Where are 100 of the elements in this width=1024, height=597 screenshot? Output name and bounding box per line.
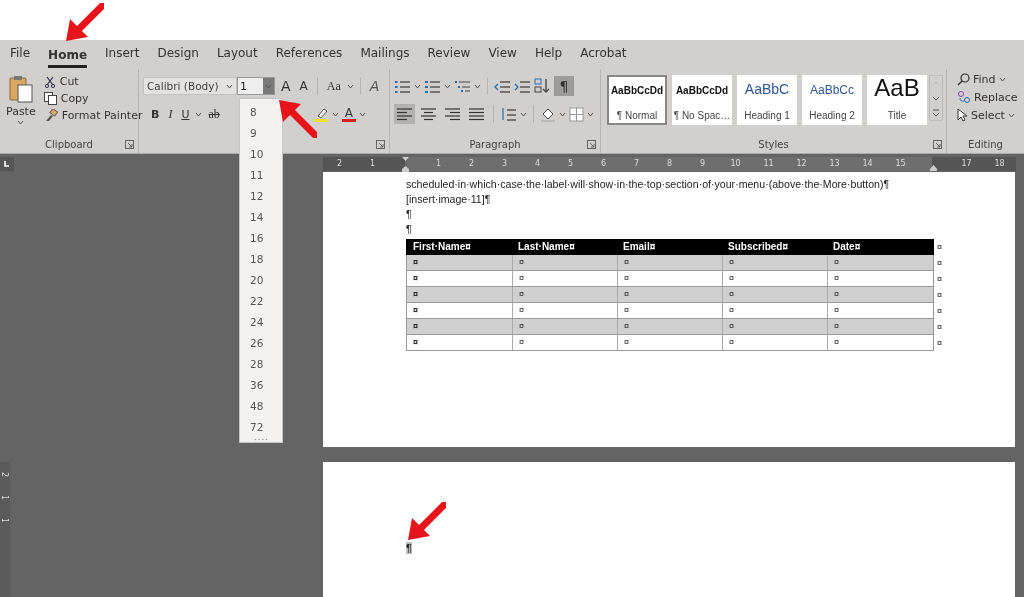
font-color-button[interactable]: A — [341, 106, 356, 122]
paragraph-text: scheduled·in·which·case·the·label·will·show·in·the·top·section·of·your·menu·(above·the·More·button)¶ — [406, 177, 891, 192]
caret-icon[interactable] — [474, 83, 481, 89]
style-item[interactable]: AaBbCcDd ¶ Normal — [607, 75, 667, 125]
resize-grip-icon[interactable] — [254, 438, 268, 441]
clear-formatting-button[interactable]: A — [366, 78, 383, 94]
style-item[interactable]: AaB Title — [867, 75, 927, 125]
sort-icon[interactable] — [534, 78, 551, 94]
font-size-option[interactable]: 10 — [240, 144, 274, 165]
font-size-option[interactable]: 12 — [240, 186, 274, 207]
style-item[interactable]: AaBbCc Heading 2 — [802, 75, 862, 125]
decrease-indent-icon[interactable] — [494, 79, 511, 93]
corner-arrow-icon[interactable] — [933, 140, 942, 149]
indent-marker-icon[interactable] — [401, 155, 410, 172]
borders-icon[interactable] — [569, 106, 584, 122]
table-header-cell-text: First·Name¤ — [412, 240, 472, 254]
table-cell: ¤ — [512, 287, 617, 302]
menu-tab[interactable]: Layout — [216, 43, 258, 66]
font-size-option[interactable]: 14 — [240, 207, 274, 228]
menu-tab[interactable]: Mailings — [360, 43, 410, 66]
show-marks-button[interactable]: ¶ — [554, 76, 574, 96]
caret-icon[interactable] — [17, 120, 25, 125]
row-end-mark: ¤ — [937, 290, 942, 300]
shrink-font-button[interactable]: A — [296, 79, 311, 93]
menu-tab[interactable]: Help — [534, 43, 563, 66]
caret-icon[interactable] — [226, 83, 233, 89]
ruler-number: 10 — [730, 159, 741, 168]
ruler-number: 2 — [468, 159, 475, 168]
menu-tab[interactable]: Acrobat — [580, 43, 627, 66]
row-end-mark: ¤ — [937, 322, 942, 332]
paint-bucket-icon[interactable] — [540, 106, 556, 122]
underline-button[interactable]: U — [178, 107, 193, 121]
font-size-option[interactable]: 9 — [240, 123, 274, 144]
caret-icon[interactable] — [346, 83, 354, 89]
font-size-option[interactable]: 11 — [240, 165, 274, 186]
corner-arrow-icon[interactable] — [376, 140, 385, 149]
menu-tab[interactable]: Review — [427, 43, 471, 66]
line-spacing-icon[interactable] — [500, 107, 517, 121]
font-size-option[interactable]: 20 — [240, 270, 274, 291]
numbered-list-icon[interactable] — [424, 79, 441, 93]
find-button[interactable]: Find — [957, 73, 1018, 86]
menu-tab[interactable]: File — [10, 43, 31, 66]
caret-icon[interactable] — [520, 111, 527, 117]
format-painter-button[interactable]: Format Painter — [43, 109, 143, 122]
bullet-list-icon[interactable] — [394, 79, 411, 93]
font-size-option[interactable]: 16 — [240, 228, 274, 249]
font-size-option[interactable]: 28 — [240, 354, 274, 375]
align-left-button[interactable] — [394, 104, 415, 124]
font-size-option[interactable]: 26 — [240, 333, 274, 354]
increase-indent-icon[interactable] — [514, 79, 531, 93]
font-size-option[interactable]: 36 — [240, 375, 274, 396]
caret-icon[interactable] — [414, 83, 421, 89]
corner-arrow-icon[interactable] — [125, 140, 134, 149]
menu-tab[interactable]: References — [275, 43, 343, 66]
replace-button[interactable]: Replace — [957, 90, 1018, 104]
ruler-number: 4 — [534, 159, 541, 168]
font-size-option[interactable]: 24 — [240, 312, 274, 333]
caret-icon[interactable] — [1007, 112, 1015, 118]
paste-button[interactable]: Paste — [4, 73, 38, 136]
grow-font-button[interactable]: A — [278, 78, 294, 94]
cut-button[interactable]: Cut — [43, 75, 143, 88]
group-label: Paragraph — [469, 139, 521, 150]
corner-arrow-icon[interactable] — [587, 140, 596, 149]
italic-button[interactable]: I — [165, 106, 176, 122]
table-cell: ¤ — [722, 271, 827, 286]
caret-icon[interactable] — [195, 111, 203, 117]
caret-icon[interactable] — [998, 77, 1006, 82]
caret-icon[interactable] — [359, 111, 366, 117]
style-item[interactable]: AaBbC Heading 1 — [737, 75, 797, 125]
tab-selector-icon[interactable] — [0, 156, 14, 171]
font-size-option[interactable]: 18 — [240, 249, 274, 270]
multilevel-list-icon[interactable] — [454, 79, 471, 93]
ruler-number: 11 — [763, 159, 774, 168]
table-cell-text: ¤ — [412, 272, 419, 285]
highlighter-icon[interactable] — [312, 106, 329, 122]
font-size-option[interactable]: 22 — [240, 291, 274, 312]
caret-icon[interactable] — [444, 83, 451, 89]
table-cell: ¤ — [827, 303, 932, 318]
font-name-dropdown[interactable]: Calibri (Body) — [143, 77, 237, 95]
table-cell: ¤ — [722, 335, 827, 350]
caret-icon[interactable] — [559, 111, 566, 117]
menu-tab[interactable]: Design — [157, 43, 199, 66]
style-item[interactable]: AaBbCcDd ¶ No Spac… — [672, 75, 732, 125]
brush-icon — [43, 109, 58, 122]
table-cell: ¤ — [617, 303, 722, 318]
group-label: Clipboard — [45, 139, 93, 150]
ruler-number: 17 — [961, 159, 972, 168]
font-size-option[interactable]: 72 — [240, 417, 274, 438]
font-size-option[interactable]: 8 — [240, 102, 274, 123]
menu-tab[interactable]: Insert — [105, 43, 140, 66]
font-size-option[interactable]: 48 — [240, 396, 274, 417]
menu-tab[interactable]: View — [488, 43, 517, 66]
strikethrough-button[interactable]: ab — [205, 106, 223, 122]
select-button[interactable]: Select — [957, 108, 1018, 122]
change-case-button[interactable]: Aa — [323, 78, 344, 94]
row-end-mark: ¤ — [937, 274, 942, 284]
copy-button[interactable]: Copy — [43, 92, 143, 105]
caret-icon[interactable] — [331, 111, 339, 117]
caret-icon[interactable] — [587, 111, 594, 117]
bold-button[interactable]: B — [148, 107, 163, 121]
